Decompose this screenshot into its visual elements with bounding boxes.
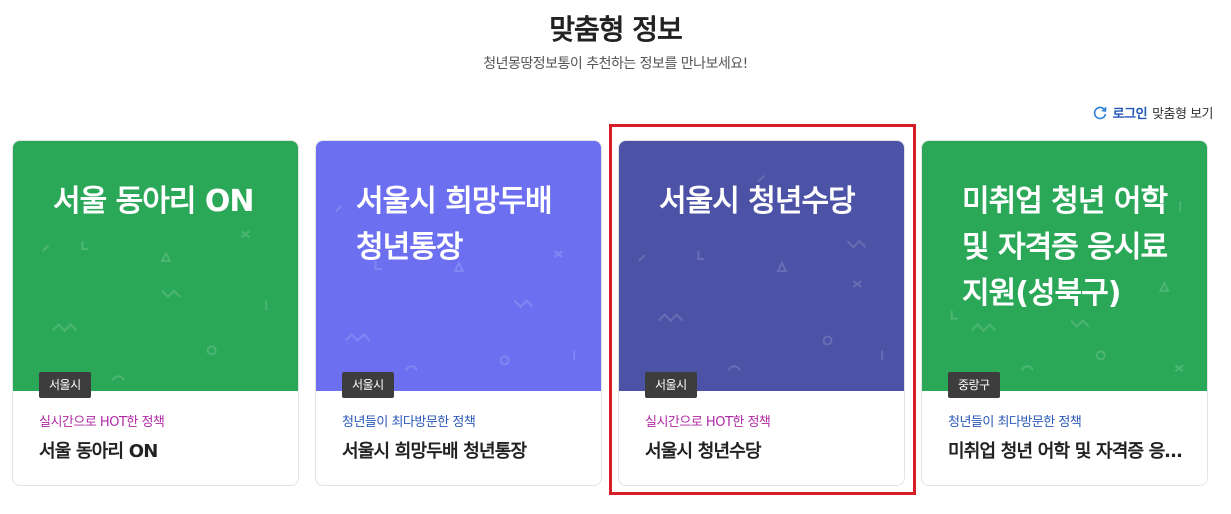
region-tag: 서울시 (39, 372, 91, 398)
policy-card[interactable]: 서울 동아리 ON 서울시 실시간으로 HOT한 정책 서울 동아리 ON (12, 140, 299, 486)
card-banner: 서울시 희망두배 청년통장 (316, 141, 601, 391)
policy-card-list: 서울 동아리 ON 서울시 실시간으로 HOT한 정책 서울 동아리 ON 서울… (12, 140, 1208, 486)
card-category: 실시간으로 HOT한 정책 (39, 415, 165, 430)
card-policy-name: 서울 동아리 ON (39, 441, 158, 462)
card-category: 청년들이 최다방문한 정책 (342, 415, 476, 430)
card-policy-name: 서울시 청년수당 (645, 441, 762, 462)
card-body: 실시간으로 HOT한 정책 서울시 청년수당 (619, 391, 904, 485)
policy-card[interactable]: 미취업 청년 어학 및 자격증 응시료 지원(성북구) 중랑구 청년들이 최다방… (921, 140, 1208, 486)
card-banner: 서울 동아리 ON (13, 141, 298, 391)
card-body: 청년들이 최다방문한 정책 서울시 희망두배 청년통장 (316, 391, 601, 485)
region-tag: 서울시 (342, 372, 394, 398)
card-policy-name: 미취업 청년 어학 및 자격증 응시료 지원(성북구) (948, 441, 1189, 462)
card-body: 청년들이 최다방문한 정책 미취업 청년 어학 및 자격증 응시료 지원(성북구… (922, 391, 1207, 485)
login-custom-view-link[interactable]: 로그인 맞춤형 보기 (1092, 103, 1213, 122)
region-tag: 서울시 (645, 372, 697, 398)
card-banner-title: 서울시 희망두배 청년통장 (356, 184, 553, 265)
section-title: 맞춤형 정보 (549, 13, 683, 46)
card-policy-name: 서울시 희망두배 청년통장 (342, 441, 527, 462)
policy-card[interactable]: 서울시 청년수당 서울시 실시간으로 HOT한 정책 서울시 청년수당 (618, 140, 905, 486)
card-banner-title: 서울시 청년수당 (659, 184, 856, 219)
custom-view-label: 맞춤형 보기 (1152, 107, 1213, 122)
card-banner-title: 미취업 청년 어학 및 자격증 응시료 지원(성북구) (962, 184, 1168, 311)
card-banner: 미취업 청년 어학 및 자격증 응시료 지원(성북구) (922, 141, 1207, 391)
card-banner-title: 서울 동아리 ON (53, 184, 255, 219)
refresh-icon (1092, 105, 1108, 121)
card-body: 실시간으로 HOT한 정책 서울 동아리 ON (13, 391, 298, 485)
card-category: 청년들이 최다방문한 정책 (948, 415, 1082, 430)
section-subtitle: 청년몽땅정보통이 추천하는 정보를 만나보세요! (483, 56, 748, 72)
region-tag: 중랑구 (948, 372, 1000, 398)
card-banner: 서울시 청년수당 (619, 141, 904, 391)
login-label: 로그인 (1112, 107, 1148, 122)
card-category: 실시간으로 HOT한 정책 (645, 415, 771, 430)
policy-card[interactable]: 서울시 희망두배 청년통장 서울시 청년들이 최다방문한 정책 서울시 희망두배… (315, 140, 602, 486)
